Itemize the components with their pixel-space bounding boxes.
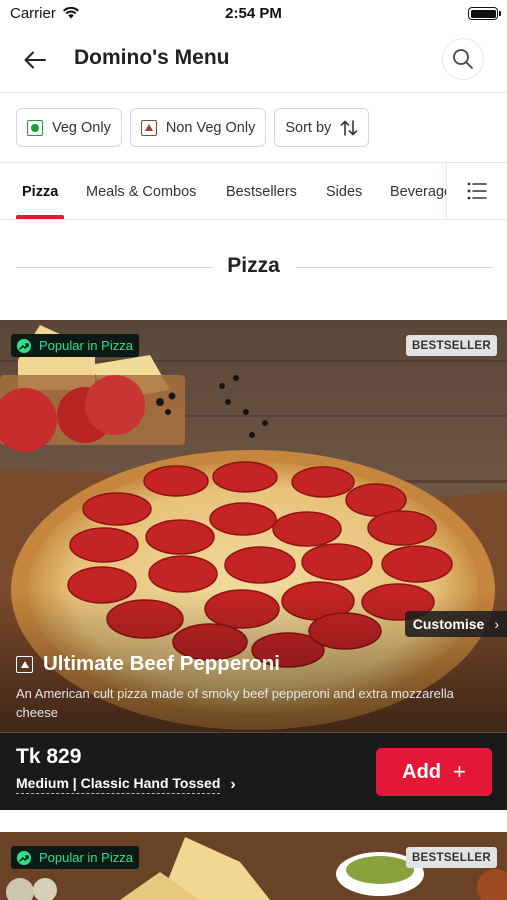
chevron-right-icon: › <box>494 616 499 632</box>
popular-tag-label: Popular in Pizza <box>39 850 133 865</box>
product-name: Ultimate Beef Pepperoni <box>43 652 280 675</box>
bestseller-badge: BESTSELLER <box>405 335 497 356</box>
bestseller-badge: BESTSELLER <box>405 847 497 868</box>
sort-by-label: Sort by <box>285 119 332 136</box>
variant-label: Medium | Classic Hand Tossed <box>16 775 221 794</box>
clock: 2:54 PM <box>225 5 282 22</box>
customise-label: Customise <box>412 616 485 632</box>
veg-icon <box>27 119 43 136</box>
list-icon <box>467 182 487 200</box>
add-to-cart-button[interactable]: Add + <box>376 748 492 796</box>
category-tabs: Pizza Meals & Combos Bestsellers Sides B… <box>0 163 446 219</box>
arrow-left-icon <box>24 51 46 69</box>
filter-bar: Veg Only Non Veg Only Sort by <box>16 108 370 148</box>
sort-icon <box>340 119 358 136</box>
status-bar: Carrier 2:54 PM <box>0 0 507 28</box>
non-veg-icon <box>140 119 157 136</box>
chevron-right-icon: › <box>230 775 236 793</box>
section-title: Pizza <box>227 254 280 277</box>
trending-icon <box>17 338 31 353</box>
battery-icon <box>468 7 501 20</box>
tab-beverages[interactable]: Beverages <box>390 184 446 200</box>
popular-tag-label: Popular in Pizza <box>39 338 133 353</box>
divider <box>0 92 507 93</box>
veg-only-label: Veg Only <box>52 119 111 136</box>
tab-meals-combos[interactable]: Meals & Combos <box>86 184 196 200</box>
tab-sides[interactable]: Sides <box>326 184 362 200</box>
section-rule <box>296 267 492 268</box>
page-title: Domino's Menu <box>74 46 230 69</box>
product-footer: Tk 829 Medium | Classic Hand Tossed › Ad… <box>0 733 507 810</box>
product-card[interactable]: Popular in Pizza BESTSELLER Customise › … <box>0 320 507 810</box>
product-description: An American cult pizza made of smoky bee… <box>16 686 454 720</box>
tab-bestsellers[interactable]: Bestsellers <box>226 184 297 200</box>
veg-only-filter[interactable]: Veg Only <box>16 108 122 147</box>
variant-selector[interactable]: Medium | Classic Hand Tossed › <box>16 775 236 794</box>
non-veg-only-label: Non Veg Only <box>165 119 256 136</box>
plus-icon: + <box>453 759 466 784</box>
customise-button[interactable]: Customise › <box>404 611 507 637</box>
category-menu-button[interactable] <box>446 163 507 219</box>
back-button[interactable] <box>20 45 50 75</box>
tab-pizza[interactable]: Pizza <box>22 184 58 200</box>
product-price: Tk 829 <box>16 745 82 768</box>
popular-tag: Popular in Pizza <box>11 846 139 869</box>
divider <box>0 219 507 220</box>
sort-by-button[interactable]: Sort by <box>274 108 370 147</box>
trending-icon <box>17 850 31 865</box>
add-label: Add <box>402 760 442 783</box>
product-card[interactable]: Popular in Pizza BESTSELLER <box>0 832 507 900</box>
non-veg-icon <box>16 655 33 673</box>
product-title-row: Ultimate Beef Pepperoni <box>16 652 280 676</box>
popular-tag: Popular in Pizza <box>11 334 139 357</box>
non-veg-only-filter[interactable]: Non Veg Only <box>129 108 267 147</box>
search-button[interactable] <box>442 38 484 80</box>
search-icon <box>453 49 473 69</box>
app-header: Domino's Menu <box>0 28 507 92</box>
